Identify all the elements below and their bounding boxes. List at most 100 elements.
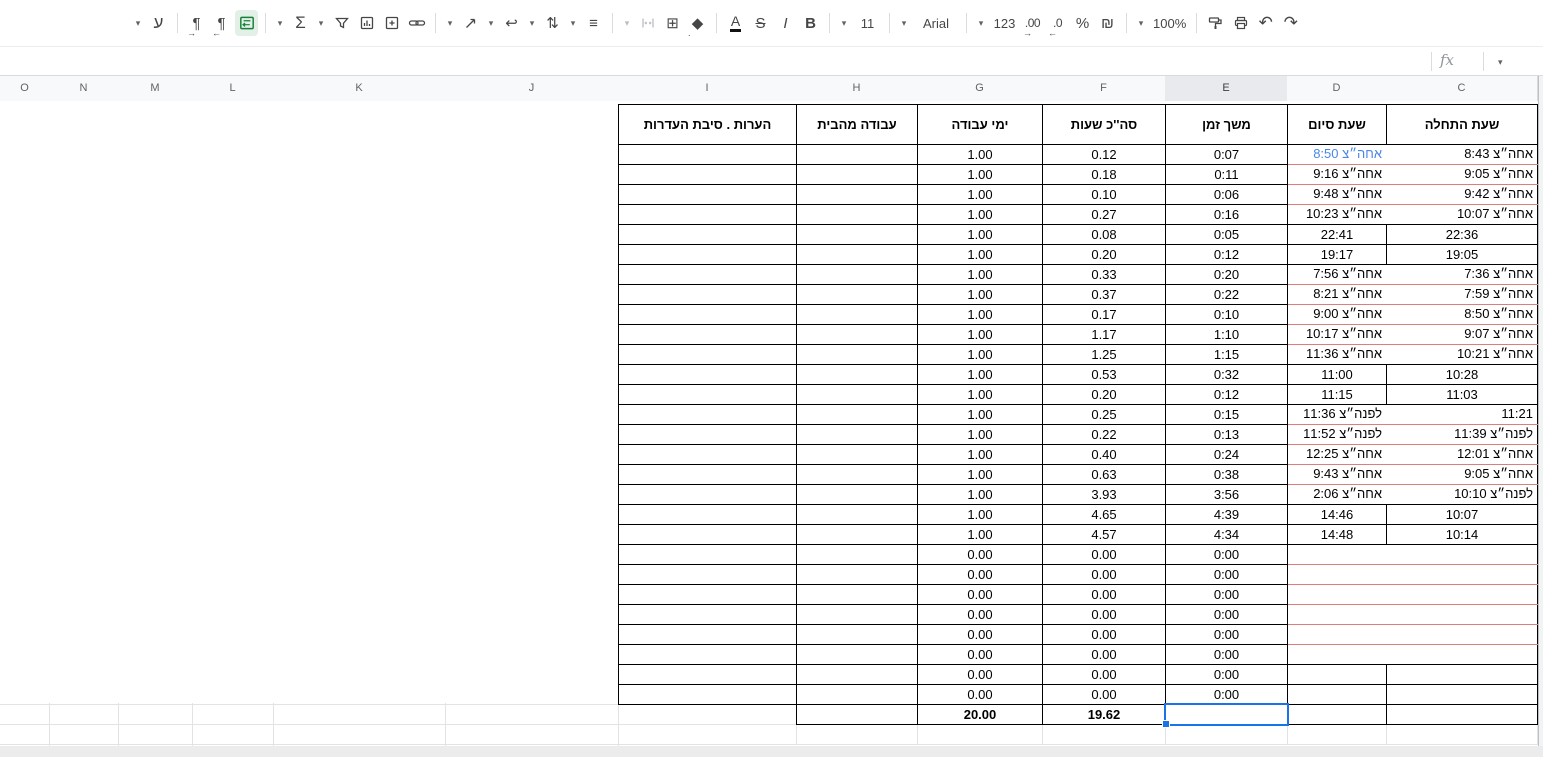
cell-I16[interactable] bbox=[618, 424, 797, 445]
cell-H29[interactable] bbox=[796, 684, 918, 705]
header-cell-E[interactable]: משך זמן bbox=[1165, 104, 1288, 145]
header-cell-F[interactable]: סה''כ שעות bbox=[1042, 104, 1166, 145]
cell-I19[interactable] bbox=[618, 484, 797, 505]
cell-E29[interactable]: 0:00 bbox=[1165, 684, 1288, 705]
cell-H2[interactable] bbox=[796, 144, 918, 165]
sheet-direction-rtl-button[interactable] bbox=[235, 10, 258, 36]
cell-D15[interactable]: לפנה״צ 11:36 bbox=[1287, 404, 1387, 425]
total-hours-cell[interactable]: 19.62 bbox=[1042, 704, 1166, 725]
cell-C20[interactable]: 10:07 bbox=[1386, 504, 1538, 525]
cell-C10[interactable]: אחה״צ 8:50 bbox=[1386, 304, 1538, 325]
borders-button[interactable]: ⊞ bbox=[661, 10, 684, 36]
cell-C21[interactable]: 10:14 bbox=[1386, 524, 1538, 545]
cell-H14[interactable] bbox=[796, 384, 918, 405]
functions-button[interactable]: Σ bbox=[289, 10, 312, 36]
paint-format-button[interactable] bbox=[1204, 10, 1227, 36]
cell-F14[interactable]: 0.20 bbox=[1042, 384, 1166, 405]
cell-C16[interactable]: לפנה״צ 11:39 bbox=[1386, 424, 1538, 445]
text-rotation-button[interactable] bbox=[459, 10, 482, 36]
cell-D20[interactable]: 14:46 bbox=[1287, 504, 1387, 525]
cell-G5[interactable]: 1.00 bbox=[917, 204, 1043, 225]
cell-H15[interactable] bbox=[796, 404, 918, 425]
cell-E16[interactable]: 0:13 bbox=[1165, 424, 1288, 445]
cell-D28[interactable] bbox=[1287, 664, 1387, 685]
cell-F12[interactable]: 1.25 bbox=[1042, 344, 1166, 365]
cell-D17[interactable]: אחה״צ 12:25 bbox=[1287, 444, 1387, 465]
cell-C29[interactable] bbox=[1386, 684, 1538, 705]
cell-D9[interactable]: אחה״צ 8:21 bbox=[1287, 284, 1387, 305]
cell-H23[interactable] bbox=[796, 564, 918, 585]
cell-C6[interactable]: 22:36 bbox=[1386, 224, 1538, 245]
cell-H19[interactable] bbox=[796, 484, 918, 505]
cell-F15[interactable]: 0.25 bbox=[1042, 404, 1166, 425]
header-cell-C[interactable]: שעת התחלה bbox=[1386, 104, 1538, 145]
cell-H28[interactable] bbox=[796, 664, 918, 685]
cell-F8[interactable]: 0.33 bbox=[1042, 264, 1166, 285]
cell-E9[interactable]: 0:22 bbox=[1165, 284, 1288, 305]
bold-button[interactable]: B bbox=[799, 10, 822, 36]
cell-C19[interactable]: לפנה״צ 10:10 bbox=[1386, 484, 1538, 505]
cell-E8[interactable]: 0:20 bbox=[1165, 264, 1288, 285]
cell-D30[interactable] bbox=[1287, 704, 1387, 725]
cell-E11[interactable]: 1:10 bbox=[1165, 324, 1288, 345]
cell-H5[interactable] bbox=[796, 204, 918, 225]
cell-C9[interactable]: אחה״צ 7:59 bbox=[1386, 284, 1538, 305]
cell-G4[interactable]: 1.00 bbox=[917, 184, 1043, 205]
cell-G17[interactable]: 1.00 bbox=[917, 444, 1043, 465]
cell-D10[interactable]: אחה״צ 9:00 bbox=[1287, 304, 1387, 325]
cell-C7[interactable]: 19:05 bbox=[1386, 244, 1538, 265]
italic-button[interactable]: I bbox=[774, 10, 797, 36]
cell-F18[interactable]: 0.63 bbox=[1042, 464, 1166, 485]
font-family-dropdown[interactable]: ▾ bbox=[897, 10, 911, 36]
cell-D21[interactable]: 14:48 bbox=[1287, 524, 1387, 545]
cell-I15[interactable] bbox=[618, 404, 797, 425]
column-header-H[interactable]: H bbox=[796, 76, 918, 101]
cell-F25[interactable]: 0.00 bbox=[1042, 604, 1166, 625]
cell-I29[interactable] bbox=[618, 684, 797, 705]
cell-F23[interactable]: 0.00 bbox=[1042, 564, 1166, 585]
cell-I5[interactable] bbox=[618, 204, 797, 225]
cell-F7[interactable]: 0.20 bbox=[1042, 244, 1166, 265]
cell-C24[interactable] bbox=[1386, 584, 1538, 605]
cell-H16[interactable] bbox=[796, 424, 918, 445]
cell-G14[interactable]: 1.00 bbox=[917, 384, 1043, 405]
cell-F4[interactable]: 0.10 bbox=[1042, 184, 1166, 205]
cell-D24[interactable] bbox=[1287, 584, 1387, 605]
cell-I8[interactable] bbox=[618, 264, 797, 285]
cell-E26[interactable]: 0:00 bbox=[1165, 624, 1288, 645]
cell-D11[interactable]: אחה״צ 10:17 bbox=[1287, 324, 1387, 345]
cell-E22[interactable]: 0:00 bbox=[1165, 544, 1288, 565]
cell-F13[interactable]: 0.53 bbox=[1042, 364, 1166, 385]
cell-I3[interactable] bbox=[618, 164, 797, 185]
toolbar-overflow-dropdown[interactable]: ▾ bbox=[131, 10, 145, 36]
insert-chart-button[interactable] bbox=[355, 10, 378, 36]
cell-G18[interactable]: 1.00 bbox=[917, 464, 1043, 485]
cell-G21[interactable]: 1.00 bbox=[917, 524, 1043, 545]
font-size-dropdown[interactable]: ▾ bbox=[837, 10, 851, 36]
cell-F24[interactable]: 0.00 bbox=[1042, 584, 1166, 605]
cell-C3[interactable]: אחה״צ 9:05 bbox=[1386, 164, 1538, 185]
cell-E2[interactable]: 0:07 bbox=[1165, 144, 1288, 165]
cell-I4[interactable] bbox=[618, 184, 797, 205]
cell-I6[interactable] bbox=[618, 224, 797, 245]
cell-D23[interactable] bbox=[1287, 564, 1387, 585]
column-header-K[interactable]: K bbox=[273, 76, 446, 101]
cell-I11[interactable] bbox=[618, 324, 797, 345]
cell-D2[interactable]: אחה״צ 8:50 bbox=[1287, 144, 1387, 165]
cell-G16[interactable]: 1.00 bbox=[917, 424, 1043, 445]
cell-E4[interactable]: 0:06 bbox=[1165, 184, 1288, 205]
column-header-N[interactable]: N bbox=[49, 76, 119, 101]
cell-G13[interactable]: 1.00 bbox=[917, 364, 1043, 385]
cell-D8[interactable]: אחה״צ 7:56 bbox=[1287, 264, 1387, 285]
cell-I20[interactable] bbox=[618, 504, 797, 525]
cell-G12[interactable]: 1.00 bbox=[917, 344, 1043, 365]
cell-C5[interactable]: אחה״צ 10:07 bbox=[1386, 204, 1538, 225]
cell-E7[interactable]: 0:12 bbox=[1165, 244, 1288, 265]
cell-C12[interactable]: אחה״צ 10:21 bbox=[1386, 344, 1538, 365]
currency-format-button[interactable]: ₪ bbox=[1096, 10, 1119, 36]
cell-F10[interactable]: 0.17 bbox=[1042, 304, 1166, 325]
cell-G22[interactable]: 0.00 bbox=[917, 544, 1043, 565]
cell-G11[interactable]: 1.00 bbox=[917, 324, 1043, 345]
cell-C26[interactable] bbox=[1386, 624, 1538, 645]
cell-F3[interactable]: 0.18 bbox=[1042, 164, 1166, 185]
